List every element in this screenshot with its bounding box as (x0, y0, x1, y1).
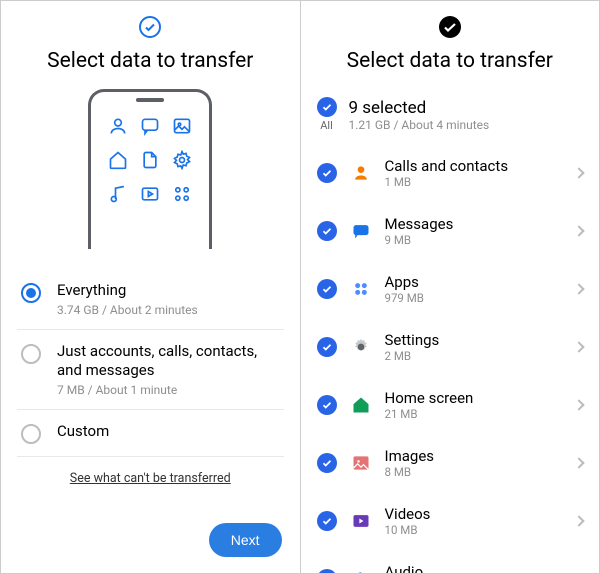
item-size: 9 MB (385, 233, 562, 247)
see-what-cant-link[interactable]: See what can't be transferred (17, 471, 284, 486)
selected-count: 9 selected (349, 98, 490, 118)
item-name: Audio (385, 563, 562, 573)
item-size: 8 MB (385, 465, 562, 479)
selection-size: 1.21 GB / About 4 minutes (349, 118, 490, 132)
home-icon (108, 150, 128, 170)
item-size: 10 MB (385, 523, 562, 537)
chat-icon (351, 221, 371, 241)
video-icon (351, 511, 371, 531)
settings-icon (172, 150, 192, 170)
radio-selected[interactable] (21, 283, 41, 303)
radio-unselected[interactable] (21, 344, 41, 364)
item-name: Apps (385, 273, 562, 291)
phone-illustration (1, 89, 300, 249)
chevron-right-icon (573, 399, 584, 410)
category-item[interactable]: Home screen21 MB (301, 376, 600, 434)
item-checkbox[interactable] (317, 511, 337, 531)
item-size: 21 MB (385, 407, 562, 421)
item-name: Settings (385, 331, 562, 349)
category-item[interactable]: Videos10 MB (301, 492, 600, 550)
option-custom[interactable]: Custom (17, 410, 284, 457)
options-list: Everything 3.74 GB / About 2 minutes Jus… (1, 269, 300, 486)
file-icon (140, 150, 160, 170)
image-icon (172, 116, 192, 136)
category-list[interactable]: Calls and contacts1 MBMessages9 MBApps97… (301, 144, 600, 573)
video-icon (140, 184, 160, 204)
apps-icon (351, 279, 371, 299)
item-checkbox[interactable] (317, 221, 337, 241)
item-name: Images (385, 447, 562, 465)
category-item[interactable]: Messages9 MB (301, 202, 600, 260)
footer: Next (1, 511, 300, 573)
item-name: Messages (385, 215, 562, 233)
item-checkbox[interactable] (317, 453, 337, 473)
page-title-left: Select data to transfer (1, 49, 300, 73)
option-title: Everything (57, 281, 280, 301)
image-icon (351, 453, 371, 473)
select-all-checkbox[interactable] (317, 97, 337, 117)
header-left (1, 1, 300, 49)
item-size: 1 MB (385, 175, 562, 189)
select-mode-pane: Select data to transfer (1, 1, 301, 573)
option-title: Just accounts, calls, contacts, and mess… (57, 342, 280, 381)
item-checkbox[interactable] (317, 395, 337, 415)
chevron-right-icon (573, 457, 584, 468)
item-name: Calls and contacts (385, 157, 562, 175)
item-checkbox[interactable] (317, 279, 337, 299)
item-name: Videos (385, 505, 562, 523)
option-basics[interactable]: Just accounts, calls, contacts, and mess… (17, 330, 284, 410)
all-label: All (320, 119, 333, 132)
chevron-right-icon (573, 515, 584, 526)
category-item[interactable]: Images8 MB (301, 434, 600, 492)
chevron-right-icon (573, 167, 584, 178)
item-checkbox[interactable] (317, 163, 337, 183)
gear-icon (351, 337, 371, 357)
check-circle-filled-icon (438, 15, 462, 39)
item-checkbox[interactable] (317, 337, 337, 357)
next-button[interactable]: Next (209, 523, 282, 557)
check-circle-icon (138, 15, 162, 39)
chevron-right-icon (573, 225, 584, 236)
header-right (301, 1, 600, 49)
category-item[interactable]: Calls and contacts1 MB (301, 144, 600, 202)
option-subtitle: 7 MB / About 1 minute (57, 383, 280, 397)
apps-icon (172, 184, 192, 204)
item-size: 979 MB (385, 291, 562, 305)
detail-pane: Select data to transfer All 9 selected 1… (301, 1, 600, 573)
music-icon (108, 184, 128, 204)
music-icon (351, 569, 371, 573)
category-item[interactable]: Audio16 MB (301, 550, 600, 573)
home-icon (351, 395, 371, 415)
category-item[interactable]: Apps979 MB (301, 260, 600, 318)
radio-unselected[interactable] (21, 424, 41, 444)
person-icon (351, 163, 371, 183)
chevron-right-icon (573, 283, 584, 294)
chat-icon (140, 116, 160, 136)
category-item[interactable]: Settings2 MB (301, 318, 600, 376)
person-icon (108, 116, 128, 136)
page-title-right: Select data to transfer (301, 49, 600, 73)
item-checkbox[interactable] (317, 569, 337, 573)
item-name: Home screen (385, 389, 562, 407)
chevron-right-icon (573, 341, 584, 352)
item-size: 2 MB (385, 349, 562, 363)
option-subtitle: 3.74 GB / About 2 minutes (57, 303, 280, 317)
option-everything[interactable]: Everything 3.74 GB / About 2 minutes (17, 269, 284, 330)
option-title: Custom (57, 422, 280, 442)
selection-summary: All 9 selected 1.21 GB / About 4 minutes (301, 89, 600, 144)
